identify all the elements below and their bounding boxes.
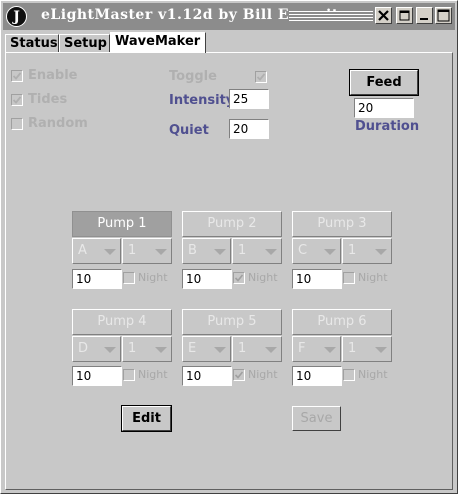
pump-4-time-field[interactable]: 10: [72, 366, 122, 386]
pump-1-number-select[interactable]: 1: [122, 238, 172, 264]
pump-2-night-label: Night: [248, 271, 278, 284]
check-icon: [256, 73, 266, 81]
pump-5-button[interactable]: Pump 5: [182, 309, 282, 335]
pump-6-letter-select[interactable]: F: [292, 336, 341, 362]
select-value: E: [188, 341, 197, 356]
pump-2-letter-select[interactable]: B: [182, 238, 231, 264]
pump-3-number-select[interactable]: 1: [342, 238, 392, 264]
select-value: 1: [238, 341, 247, 356]
pump-5-night-label: Night: [248, 368, 278, 381]
pump-3-night-label: Night: [358, 271, 388, 284]
random-checkbox[interactable]: [11, 118, 23, 130]
pump-4-night-checkbox[interactable]: [123, 369, 135, 381]
chevron-down-icon: [155, 249, 167, 255]
title-bar[interactable]: J eLightMaster v1.12d by Bill Esposito: [3, 3, 455, 30]
pump-2-night-checkbox[interactable]: [233, 272, 245, 284]
chevron-down-icon: [265, 347, 277, 353]
tides-label: Tides: [28, 92, 68, 107]
select-value: A: [78, 243, 87, 258]
pump-1-button[interactable]: Pump 1: [72, 211, 172, 237]
tab-wavemaker[interactable]: WaveMaker: [110, 32, 206, 53]
save-button[interactable]: Save: [292, 406, 341, 431]
chevron-down-icon: [104, 249, 116, 255]
select-value: D: [78, 341, 89, 356]
select-value: B: [188, 243, 197, 258]
pump-3-time-field[interactable]: 10: [292, 269, 342, 289]
pump-2-time-field[interactable]: 10: [182, 269, 232, 289]
enable-label: Enable: [28, 68, 78, 83]
select-value: C: [298, 243, 308, 258]
chevron-down-icon: [104, 347, 116, 353]
intensity-field[interactable]: 25: [229, 89, 269, 109]
pump-6-button[interactable]: Pump 6: [292, 309, 392, 335]
title-grip: [289, 11, 373, 22]
feed-button[interactable]: Feed: [349, 69, 419, 96]
tides-checkbox[interactable]: [11, 94, 23, 106]
pump-4-button[interactable]: Pump 4: [72, 309, 172, 335]
chevron-down-icon: [324, 249, 336, 255]
duration-field[interactable]: 20: [354, 98, 414, 118]
enable-checkbox[interactable]: [11, 70, 23, 82]
select-value: 1: [128, 243, 137, 258]
pump-3-button[interactable]: Pump 3: [292, 211, 392, 237]
pump-3-night-checkbox[interactable]: [343, 272, 355, 284]
quiet-field[interactable]: 20: [229, 119, 269, 139]
select-value: 1: [238, 243, 247, 258]
pump-5-time-field[interactable]: 10: [182, 366, 232, 386]
close-button[interactable]: [375, 7, 392, 24]
restore-button[interactable]: [396, 7, 413, 24]
pump-2-number-select[interactable]: 1: [232, 238, 282, 264]
pump-1-letter-select[interactable]: A: [72, 238, 121, 264]
toggle-label: Toggle: [169, 69, 217, 84]
random-label: Random: [28, 116, 88, 131]
chevron-down-icon: [265, 249, 277, 255]
select-value: 1: [348, 243, 357, 258]
chevron-down-icon: [324, 347, 336, 353]
edit-button[interactable]: Edit: [121, 405, 172, 432]
select-value: 1: [348, 341, 357, 356]
toggle-checkbox[interactable]: [255, 71, 267, 83]
chevron-down-icon: [214, 249, 226, 255]
check-icon: [12, 96, 22, 104]
close-icon: [378, 10, 389, 21]
pump-6-night-checkbox[interactable]: [343, 369, 355, 381]
maximize-button[interactable]: [435, 7, 452, 24]
tab-setup[interactable]: Setup: [59, 34, 110, 52]
quiet-label: Quiet: [169, 123, 209, 138]
pump-1-night-label: Night: [138, 271, 168, 284]
check-icon: [12, 72, 22, 80]
intensity-label: Intensity: [169, 93, 235, 108]
chevron-down-icon: [375, 249, 387, 255]
tab-status[interactable]: Status: [5, 34, 59, 52]
duration-label: Duration: [355, 119, 420, 134]
pump-1-night-checkbox[interactable]: [123, 272, 135, 284]
pump-3-letter-select[interactable]: C: [292, 238, 341, 264]
pump-5-number-select[interactable]: 1: [232, 336, 282, 362]
pump-4-number-select[interactable]: 1: [122, 336, 172, 362]
select-value: F: [298, 341, 306, 356]
app-window: J eLightMaster v1.12d by Bill Esposito S…: [0, 0, 458, 494]
pump-5-night-checkbox[interactable]: [233, 369, 245, 381]
chevron-down-icon: [375, 347, 387, 353]
wavemaker-panel: Enable Tides Random Toggle Intensity 25 …: [5, 52, 453, 490]
check-icon: [234, 274, 244, 282]
minimize-icon: [420, 18, 428, 20]
pump-4-night-label: Night: [138, 368, 168, 381]
restore-icon: [399, 10, 410, 21]
pump-6-number-select[interactable]: 1: [342, 336, 392, 362]
chevron-down-icon: [155, 347, 167, 353]
maximize-icon: [437, 9, 450, 22]
pump-5-letter-select[interactable]: E: [182, 336, 231, 362]
select-value: 1: [128, 341, 137, 356]
pump-2-button[interactable]: Pump 2: [182, 211, 282, 237]
pump-6-time-field[interactable]: 10: [292, 366, 342, 386]
pump-6-night-label: Night: [358, 368, 388, 381]
minimize-button[interactable]: [416, 7, 433, 24]
check-icon: [234, 371, 244, 379]
chevron-down-icon: [214, 347, 226, 353]
pump-4-letter-select[interactable]: D: [72, 336, 121, 362]
app-logo-icon[interactable]: J: [6, 6, 27, 27]
pump-1-time-field[interactable]: 10: [72, 269, 122, 289]
